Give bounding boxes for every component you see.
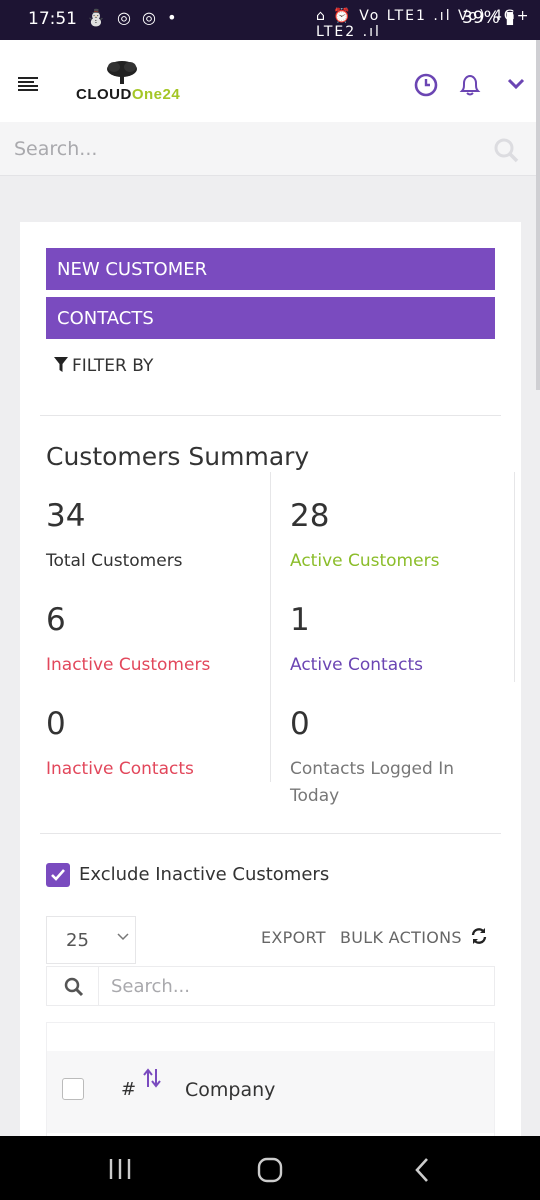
stat-inactive-customers-label[interactable]: Inactive Customers	[46, 652, 246, 679]
bell-icon[interactable]	[457, 72, 483, 98]
column-divider	[270, 472, 271, 782]
filter-by-button[interactable]: FILTER BY	[54, 356, 153, 376]
clock-icon[interactable]	[413, 72, 439, 98]
table-header: # Company	[46, 1022, 495, 1142]
stat-contacts-logged-in-label: Contacts Logged In Today	[290, 759, 454, 806]
sort-icon[interactable]	[143, 1067, 161, 1089]
chevron-down-icon	[117, 933, 129, 941]
search-icon[interactable]	[492, 136, 520, 164]
column-divider	[514, 472, 515, 682]
stat-inactive-contacts-label[interactable]: Inactive Contacts	[46, 756, 246, 783]
stat-active-customers-label[interactable]: Active Customers	[290, 548, 490, 575]
stat-inactive-customers-value: 6	[46, 602, 66, 638]
select-all-checkbox[interactable]	[62, 1078, 84, 1100]
column-header-company[interactable]: Company	[185, 1079, 275, 1101]
top-bar: CLOUDOne24	[0, 40, 540, 122]
global-search-input[interactable]	[14, 132, 474, 166]
divider	[40, 833, 501, 834]
new-customer-button[interactable]: NEW CUSTOMER	[46, 248, 495, 290]
logo[interactable]: CLOUDOne24	[76, 60, 211, 106]
filter-icon	[54, 357, 68, 372]
table-search-button[interactable]	[47, 967, 99, 1005]
contacts-button[interactable]: CONTACTS	[46, 297, 495, 339]
logo-tree-icon	[107, 61, 137, 84]
stat-active-customers-value: 28	[290, 498, 330, 534]
home-icon[interactable]	[257, 1157, 283, 1183]
battery-level: 39% ▮	[462, 8, 515, 28]
exclude-inactive-checkbox[interactable]	[46, 863, 70, 887]
logo-text: CLOUDOne24	[76, 86, 181, 103]
stat-contacts-logged-in-value: 0	[290, 706, 310, 742]
menu-icon[interactable]	[18, 77, 38, 91]
stat-inactive-contacts-value: 0	[46, 706, 66, 742]
stat-active-contacts-value: 1	[290, 602, 310, 638]
back-icon[interactable]	[413, 1157, 431, 1183]
checkmark-icon	[51, 869, 65, 881]
table-search-input[interactable]	[111, 973, 481, 999]
stat-active-contacts-label[interactable]: Active Contacts	[290, 652, 490, 679]
status-bar: 17:51 ⛄ ◎ ◎ • ⌂ ⏰ Vo LTE1 .ıl Vo) 4G+ LT…	[0, 0, 540, 40]
android-nav-bar	[0, 1136, 540, 1200]
page-size-select[interactable]: 25	[46, 916, 136, 964]
filter-by-label: FILTER BY	[72, 356, 154, 376]
search-icon	[64, 977, 84, 997]
exclude-inactive-label[interactable]: Exclude Inactive Customers	[79, 864, 329, 885]
bulk-actions-button[interactable]: BULK ACTIONS	[340, 928, 462, 947]
stat-total-customers-label: Total Customers	[46, 551, 183, 571]
export-button[interactable]: EXPORT	[261, 928, 326, 947]
table-header-row: # Company	[47, 1051, 494, 1133]
divider	[40, 415, 501, 416]
global-search	[0, 122, 540, 176]
scrollbar[interactable]	[536, 40, 540, 390]
stat-total-customers-value: 34	[46, 498, 86, 534]
refresh-icon[interactable]	[470, 927, 488, 945]
page-size-value: 25	[66, 930, 89, 951]
table-search	[46, 966, 495, 1006]
customers-card: NEW CUSTOMER CONTACTS FILTER BY Customer…	[20, 222, 521, 1142]
column-header-number[interactable]: #	[121, 1079, 136, 1100]
recent-apps-icon[interactable]	[108, 1158, 132, 1180]
status-time: 17:51	[28, 9, 77, 29]
summary-title: Customers Summary	[46, 442, 310, 471]
chevron-down-icon[interactable]	[505, 70, 527, 96]
notification-icons: ⛄ ◎ ◎ •	[86, 8, 180, 27]
